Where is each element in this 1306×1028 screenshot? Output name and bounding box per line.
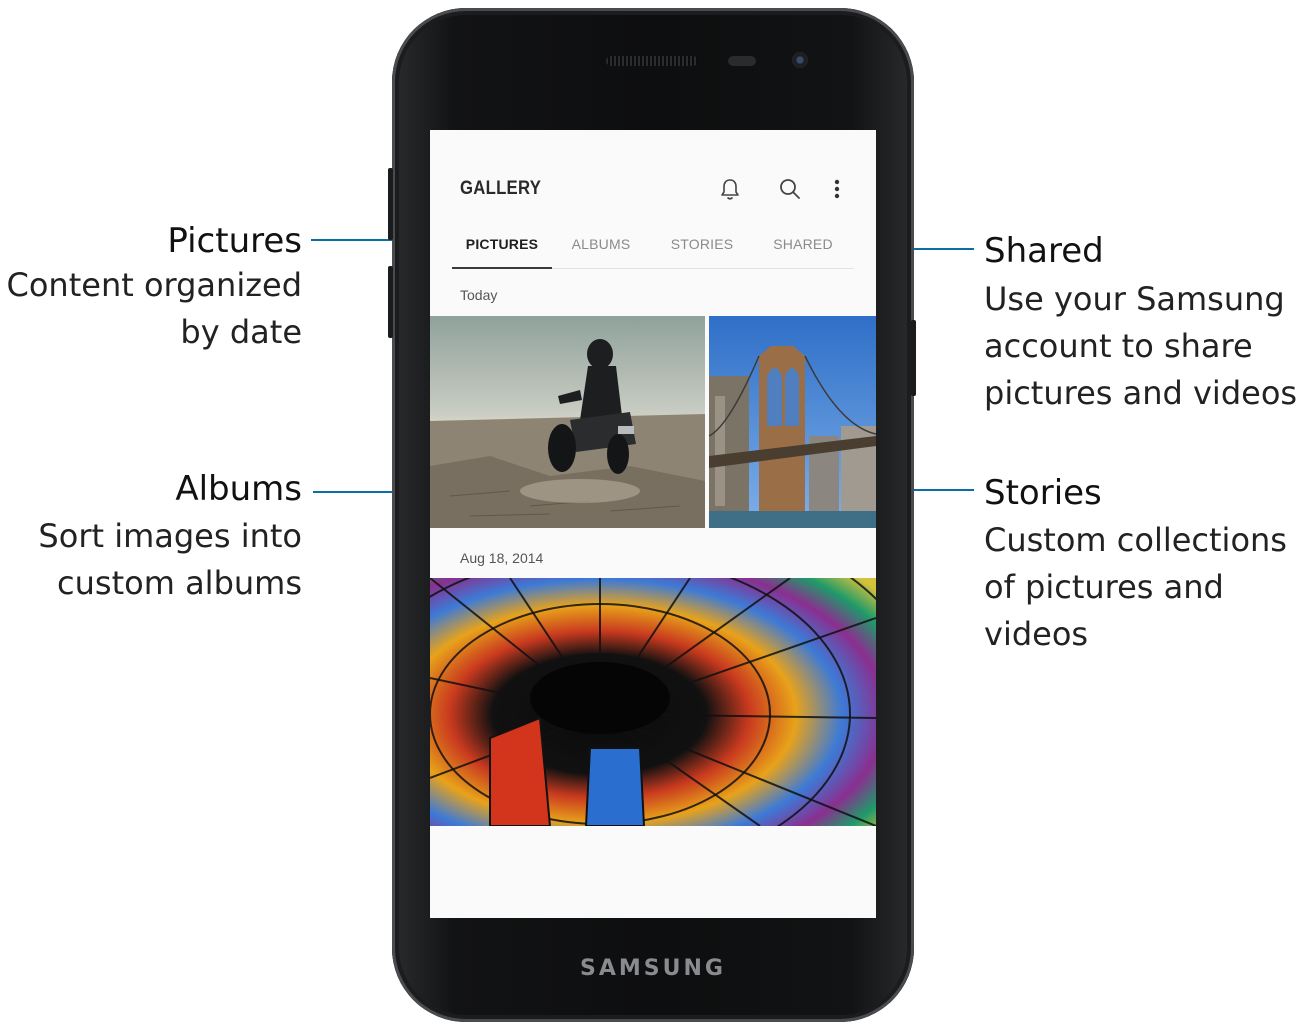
callout-stories-description-line-1: Custom collections [984,521,1287,559]
app-title: GALLERY [460,178,542,199]
motorcycle-desert-photo-image [430,316,705,528]
brand-logo: SAMSUNG [580,956,726,981]
bridge-photo[interactable] [709,316,876,528]
callout-pictures-description-line-2: by date [180,313,302,351]
bell-icon-glyph [721,179,739,200]
gallery-screen: GALLERY PICTURES ALBUMS STORIES SHARED T… [430,130,876,918]
earpiece-speaker [606,56,698,66]
tab-shared[interactable]: SHARED [760,228,846,268]
bell-icon[interactable] [715,174,745,204]
stained-glass-dome-photo[interactable] [430,578,876,826]
section-date-aug-18-2014: Aug 18, 2014 [460,550,544,566]
tab-stories[interactable]: STORIES [658,228,746,268]
search-icon-glyph [780,179,800,199]
callout-stories-title: Stories [984,473,1102,513]
callout-albums-title: Albums [175,469,302,509]
tab-pictures[interactable]: PICTURES [452,228,552,268]
more-options-icon-glyph [834,179,840,199]
tab-bar: PICTURES ALBUMS STORIES SHARED [430,228,876,268]
tab-albums[interactable]: ALBUMS [558,228,644,268]
callout-shared-description-line-2: account to share [984,327,1253,365]
callout-shared-title: Shared [984,231,1104,271]
volume-down-button [388,266,393,338]
stained-glass-dome-photo-image [430,578,876,826]
proximity-sensor [728,56,756,66]
callout-pictures-title: Pictures [167,221,302,261]
callout-shared-description-line-1: Use your Samsung [984,280,1285,318]
motorcycle-desert-photo[interactable] [430,316,705,528]
active-tab-indicator [452,267,552,269]
callout-pictures-description-line-1: Content organized [6,266,303,304]
bridge-photo-image [709,316,876,528]
callout-stories-description-line-3: videos [984,615,1089,653]
volume-up-button [388,168,393,240]
search-icon[interactable] [775,174,805,204]
callout-albums-description-line-2: custom albums [57,564,302,602]
callout-shared-description-line-3: pictures and videos [984,374,1298,412]
callout-stories-description-line-2: of pictures and [984,568,1224,606]
callout-albums-description-line-1: Sort images into [38,517,302,555]
more-options-icon[interactable] [822,174,852,204]
front-camera [792,52,808,68]
power-button [911,320,916,396]
section-date-today: Today [460,287,498,303]
